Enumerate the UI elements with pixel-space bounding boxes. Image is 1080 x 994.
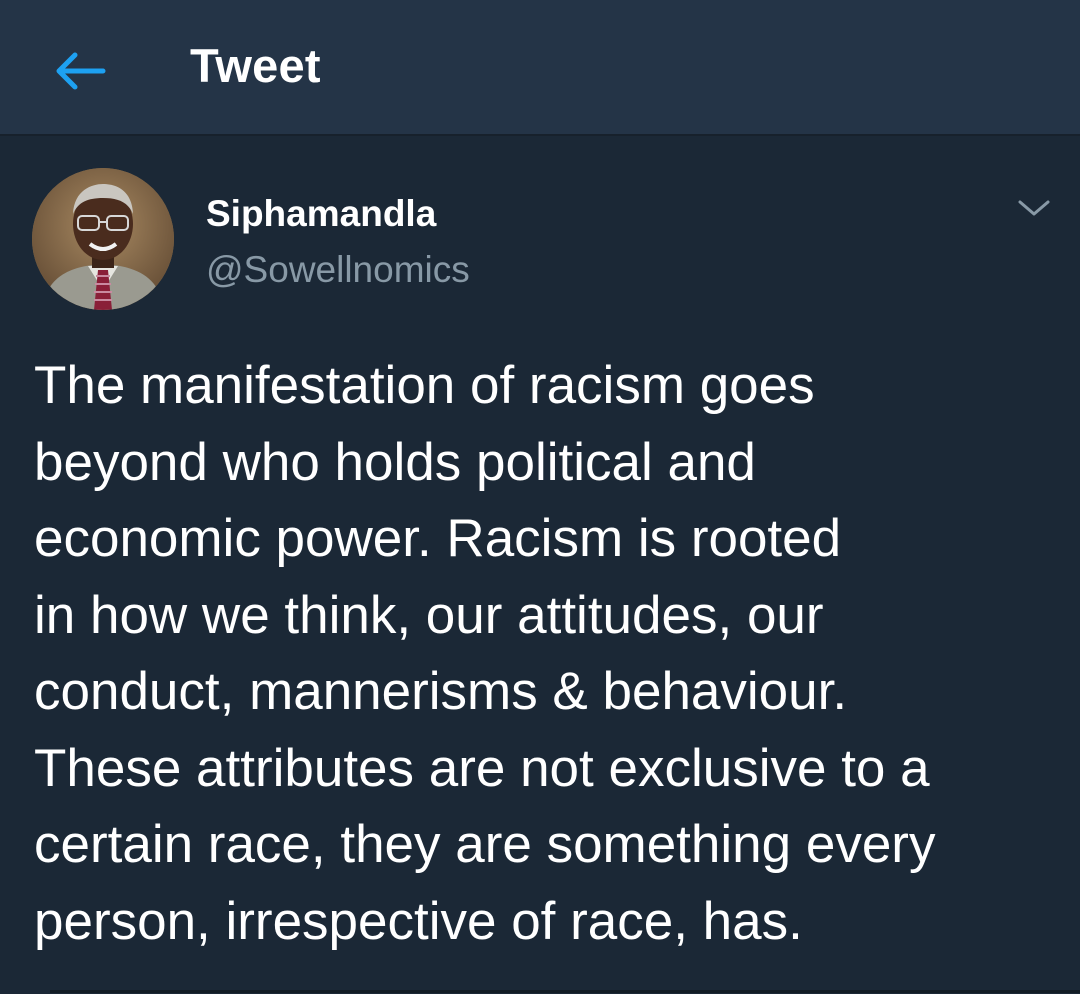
avatar[interactable] [32,168,174,310]
author-handle[interactable]: @Sowellnomics [206,248,470,292]
avatar-photo [32,168,174,310]
page-title: Tweet [190,39,321,92]
back-arrow-icon [56,52,106,90]
back-button[interactable] [44,36,114,106]
divider [50,990,1080,993]
tweet-detail: Siphamandla @Sowellnomics The manifestat… [0,136,1080,994]
author-display-name[interactable]: Siphamandla [206,192,436,236]
top-app-bar: Tweet [0,0,1080,136]
tweet-menu-button[interactable] [1010,188,1058,228]
tweet-text: The manifestation of racism goes beyond … [34,356,936,951]
chevron-down-icon [1018,200,1050,216]
